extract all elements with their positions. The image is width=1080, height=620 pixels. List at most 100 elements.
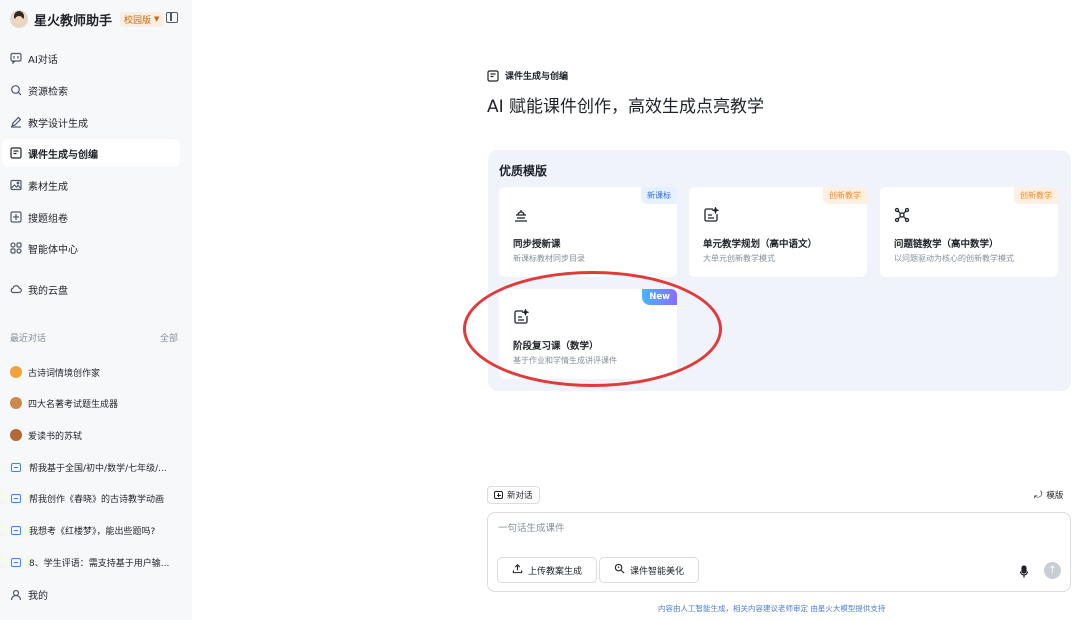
edition-selector[interactable]: 校园版 ▼ [120,11,164,27]
user-label: 我的 [28,591,48,602]
recent-item[interactable]: 爱读书的苏轼 [10,425,180,445]
nav-item-agent-center[interactable]: 智能体中心 [2,234,180,262]
card-badge: 创新教学 [823,187,867,204]
sidebar: 星火教师助手 校园版 ▼ AI对话 资源检索 教学设计生成 课件生成与创编 素材生… [0,0,192,620]
main-header: 课件生成与创编 AI 赋能课件创作，高效生成点亮教学 [487,69,764,117]
card-title: 问题链教学（高中数学） [894,239,999,250]
beautify-label: 课件智能美化 [630,566,685,577]
recent-item-label: 我想考《红楼梦》，能出些题吗? [29,526,156,537]
composer: 上传教案生成 课件智能美化 ↑ [487,512,1071,592]
template-card-question-chain[interactable]: 创新教学 问题链教学（高中数学） 以问题驱动为核心的创新教学模式 [880,187,1058,277]
recent-item-label: 四大名著考试题生成器 [28,399,119,410]
chat-bubble-icon [11,557,21,567]
upload-lesson-plan-button[interactable]: 上传教案生成 [497,557,598,583]
agents-icon [10,242,22,254]
recent-item-label: 帮我创作《春晓》的古诗教学动画 [29,494,165,505]
lectern-icon [513,207,529,223]
nav-item-material[interactable]: 素材生成 [2,171,180,199]
template-link-label: 模版 [1046,491,1064,501]
new-chat-label: 新对话 [507,491,533,501]
card-desc: 大单元创新教学模式 [703,254,775,263]
chat-bubble-icon [11,462,21,472]
exam-icon [10,211,22,223]
nav-label: 搜题组卷 [28,213,68,225]
send-button[interactable]: ↑ [1044,562,1061,579]
nav-label: 智能体中心 [28,244,78,256]
template-card-unit-planning[interactable]: 创新教学 单元教学规划（高中语文） 大单元创新教学模式 [689,187,867,277]
template-card-sync-lesson[interactable]: 新课标 同步授新课 新课标教材同步目录 [499,187,677,277]
upload-label: 上传教案生成 [528,566,583,577]
bot-avatar-icon [10,397,22,409]
card-badge-new: New [642,289,677,305]
swap-icon: ⤾ [1034,489,1043,501]
card-badge: 创新教学 [1014,187,1058,204]
edition-label: 校园版 [124,15,152,26]
courseware-icon [10,147,22,159]
page-tag: 课件生成与创编 [487,69,764,82]
search-icon [10,84,22,96]
nav-label: 资源检索 [28,86,68,98]
pen-icon [10,116,22,128]
chat-bubble-icon [11,493,21,503]
user-icon [10,589,22,601]
recent-item[interactable]: 四大名著考试题生成器 [10,393,180,413]
templates-panel: 优质模版 新课标 同步授新课 新课标教材同步目录 创新教学 单元教学规划（高中语… [488,150,1071,391]
recent-item-label: 爱读书的苏轼 [28,431,83,442]
doc-sparkle-icon [703,206,720,223]
new-chat-button[interactable]: 新对话 [487,486,540,504]
cloud-icon [10,283,22,295]
sidebar-collapse-icon[interactable] [166,12,178,23]
bot-avatar-icon [10,366,22,378]
template-card-stage-review[interactable]: New 阶段复习课（数学） 基于作业和学情生成讲评课件 [499,289,677,379]
brand-name: 星火教师助手 [34,13,113,29]
recent-item[interactable]: 帮我基于全国/初中/数学/七年级/... [10,457,180,477]
arrow-up-icon: ↑ [1048,565,1057,576]
user-profile[interactable]: 我的 [10,587,48,602]
magic-search-icon [614,563,625,577]
nav-label: AI对话 [28,54,58,66]
card-desc: 以问题驱动为核心的创新教学模式 [894,254,1014,263]
recent-title: 最近对话 [10,334,47,344]
nav-label: 课件生成与创编 [28,149,98,161]
courseware-icon [487,69,499,82]
nav-item-teaching-design[interactable]: 教学设计生成 [2,108,180,136]
page-tag-label: 课件生成与创编 [505,72,569,82]
recent-item[interactable]: 古诗词情境创作家 [10,362,180,382]
recent-item[interactable]: 我想考《红楼梦》，能出些题吗? [10,520,180,540]
chat-bubble-icon [11,525,21,535]
doc-sparkle-icon [513,308,530,325]
panel-title: 优质模版 [499,164,548,178]
nav-item-ai-chat[interactable]: AI对话 [2,44,180,72]
nav-item-cloud[interactable]: 我的云盘 [2,275,180,303]
prompt-input[interactable] [498,523,998,534]
brand-avatar [10,10,28,28]
nav-item-resource-search[interactable]: 资源检索 [2,76,180,104]
caret-down-icon: ▼ [154,15,160,23]
template-switch-link[interactable]: ⤾ 模版 [1034,489,1064,502]
card-title: 阶段复习课（数学） [513,341,599,352]
nav-label: 素材生成 [28,181,68,193]
chat-icon [10,52,22,64]
bot-avatar-icon [10,429,22,441]
footer-disclaimer: 内容由人工智能生成，相关内容建议老师审定 由星火大模型提供支持 [658,604,886,613]
smart-beautify-button[interactable]: 课件智能美化 [599,557,700,583]
microphone-icon[interactable] [1019,564,1029,578]
card-title: 单元教学规划（高中语文） [703,239,818,250]
card-desc: 基于作业和学情生成讲评课件 [513,356,617,365]
nav-label: 教学设计生成 [28,118,88,130]
card-title: 同步授新课 [513,239,561,250]
molecule-icon [894,207,910,223]
recent-item[interactable]: 8、学生评语：需支持基于用户输... [10,552,180,572]
recent-item[interactable]: 帮我创作《春晓》的古诗教学动画 [10,488,180,508]
upload-icon [512,563,523,577]
nav-item-courseware[interactable]: 课件生成与创编 [2,139,180,167]
nav-label: 我的云盘 [28,285,68,297]
nav-item-exam[interactable]: 搜题组卷 [2,203,180,231]
card-badge: 新课标 [641,187,677,204]
recent-item-label: 帮我基于全国/初中/数学/七年级/... [29,463,167,474]
recent-item-label: 古诗词情境创作家 [28,368,101,379]
recent-item-label: 8、学生评语：需支持基于用户输... [29,558,170,569]
new-chat-icon [494,491,503,499]
recent-all-link[interactable]: 全部 [160,331,178,344]
card-desc: 新课标教材同步目录 [513,254,585,263]
